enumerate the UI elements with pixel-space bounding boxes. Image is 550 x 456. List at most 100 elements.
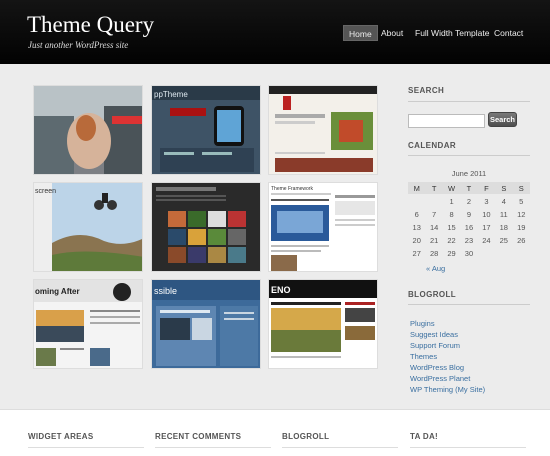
divider	[282, 447, 398, 448]
thumb-caption-morning-after: oming After	[35, 287, 80, 296]
calendar-day: 28	[429, 249, 439, 258]
nav-about[interactable]: About	[381, 25, 403, 41]
calendar-week-row: 1 2 3 4 5	[408, 194, 530, 207]
calendar-day: 11	[499, 210, 508, 219]
blogroll-link-plugins[interactable]: Plugins	[410, 318, 485, 329]
calendar-day: 27	[412, 249, 421, 258]
calendar-day: 7	[432, 210, 437, 219]
calendar-day: 6	[414, 210, 419, 219]
calendar-day: 14	[429, 223, 439, 232]
calendar-week-row: 27 28 29 30	[408, 246, 530, 259]
nav-home[interactable]: Home	[343, 25, 378, 41]
weekday-saturday: S	[495, 182, 513, 194]
thumbnail-egg-in-hand[interactable]	[33, 85, 143, 175]
blogroll-link-support-forum[interactable]: Support Forum	[410, 340, 485, 351]
thumbnail-bmx-rider[interactable]: screen	[33, 182, 143, 272]
footer-heading-ta-da: TA DA!	[410, 432, 439, 441]
calendar-day: 17	[482, 223, 491, 232]
site-header: Theme Query Just another WordPress site …	[0, 0, 550, 64]
red-theme-page-image	[269, 86, 377, 174]
thumbnail-framework-theme[interactable]: Theme Framework	[268, 182, 378, 272]
calendar-day: 26	[517, 236, 526, 245]
site-description: Just another WordPress site	[28, 40, 129, 50]
calendar-day: 29	[447, 249, 456, 258]
thumbnail-dark-photo-grid-theme[interactable]	[151, 182, 261, 272]
morning-after-theme-image: oming After	[34, 280, 142, 368]
calendar-day: 5	[519, 197, 524, 206]
calendar-day: 1	[449, 197, 454, 206]
calendar-day: 20	[412, 236, 421, 245]
weekday-wednesday: W	[442, 182, 461, 194]
calendar-week-row: 6 7 8 9 10 11 12	[408, 207, 530, 220]
site-title[interactable]: Theme Query	[27, 12, 154, 38]
blue-theme-image: ssible	[152, 280, 260, 368]
calendar-table: M T W T F S S 1 2 3 4 5 6 7 8 9 10 11 12…	[408, 182, 530, 259]
divider	[408, 155, 530, 156]
phone-theme-image: ppTheme	[152, 86, 260, 174]
calendar-week-row: 20 21 22 23 24 25 26	[408, 233, 530, 246]
blogroll-link-wp-theming[interactable]: WP Theming (My Site)	[410, 384, 485, 395]
blogroll-link-wordpress-planet[interactable]: WordPress Planet	[410, 373, 485, 384]
weekday-thursday: T	[460, 182, 478, 194]
thumbnail-red-theme-page[interactable]	[268, 85, 378, 175]
blogroll-link-wordpress-blog[interactable]: WordPress Blog	[410, 362, 485, 373]
calendar-day: 24	[482, 236, 491, 245]
calendar-day	[478, 246, 495, 259]
divider	[410, 447, 526, 448]
calendar-day: 19	[517, 223, 526, 232]
calendar-day: 22	[447, 236, 456, 245]
search-button[interactable]: Search	[488, 112, 517, 127]
nav-contact[interactable]: Contact	[494, 25, 523, 41]
calendar-weekday-row: M T W T F S S	[408, 182, 530, 194]
search-heading: SEARCH	[408, 86, 445, 95]
weekday-monday: M	[408, 182, 426, 194]
calendar-day	[408, 194, 425, 207]
calendar-day: 18	[499, 223, 508, 232]
calendar-day: 23	[464, 236, 474, 245]
divider	[155, 447, 271, 448]
calendar-day: 25	[499, 236, 508, 245]
calendar-prev-month-link[interactable]: « Aug	[426, 264, 445, 273]
egg-in-hand-image	[34, 86, 142, 174]
calendar-day	[425, 194, 442, 207]
blogroll-link-themes[interactable]: Themes	[410, 351, 485, 362]
calendar-caption: June 2011	[451, 169, 487, 178]
blogroll-link-suggest-ideas[interactable]: Suggest Ideas	[410, 329, 485, 340]
thumbnail-morning-after-theme[interactable]: oming After	[33, 279, 143, 369]
calendar-day: 21	[429, 236, 439, 245]
thumbnail-blue-theme[interactable]: ssible	[151, 279, 261, 369]
dark-magazine-theme-image: ENO	[269, 280, 377, 368]
weekday-friday: F	[477, 182, 496, 194]
calendar-day: 16	[464, 223, 474, 232]
divider	[28, 447, 144, 448]
calendar-day	[495, 246, 512, 259]
calendar-day: 13	[412, 223, 421, 232]
framework-theme-image: Theme Framework	[269, 183, 377, 271]
calendar-day: 8	[449, 210, 454, 219]
thumbnail-dark-magazine-theme[interactable]: ENO	[268, 279, 378, 369]
calendar-day: 9	[466, 210, 472, 219]
thumb-caption-screen: screen	[35, 188, 56, 195]
search-input[interactable]	[408, 114, 485, 128]
divider	[408, 304, 530, 305]
footer-heading-widget-areas: WIDGET AREAS	[28, 432, 94, 441]
calendar-heading: CALENDAR	[408, 141, 457, 150]
thumbnail-phone-theme[interactable]: ppTheme	[151, 85, 261, 175]
dark-photo-grid-theme-image	[152, 183, 260, 271]
calendar-day: 10	[482, 210, 491, 219]
weekday-tuesday: T	[425, 182, 443, 194]
footer-heading-blogroll: BLOGROLL	[282, 432, 330, 441]
calendar-day: 2	[466, 197, 472, 206]
thumb-caption-ssible: ssible	[154, 286, 177, 296]
calendar-day: 15	[447, 223, 456, 232]
nav-full-width-template[interactable]: Full Width Template	[415, 25, 489, 41]
thumb-caption-framework: Theme Framework	[271, 186, 313, 192]
thumb-caption-eno: ENO	[271, 285, 291, 295]
weekday-sunday: S	[512, 182, 530, 194]
blogroll-heading: BLOGROLL	[408, 290, 457, 299]
divider	[408, 101, 530, 102]
calendar-day: 4	[501, 197, 506, 206]
site-footer: WIDGET AREAS RECENT COMMENTS BLOGROLL TA…	[0, 409, 550, 456]
calendar-day: 3	[484, 197, 489, 206]
thumb-caption-pptheme: ppTheme	[154, 90, 188, 99]
